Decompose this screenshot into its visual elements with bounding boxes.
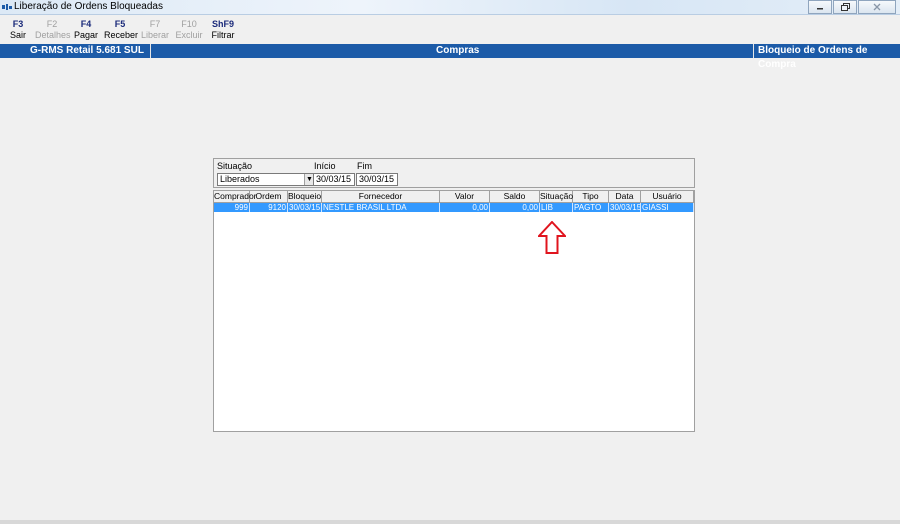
column-header-ordem[interactable]: Ordem xyxy=(250,191,288,202)
end-label: Fim xyxy=(357,161,372,171)
grid-header: Comprador Ordem Bloqueio Fornecedor Valo… xyxy=(214,191,694,203)
cell-tipo: PAGTO xyxy=(573,203,609,212)
toolbar: F3 Sair F2 Detalhes F4 Pagar F5 Receber … xyxy=(0,15,900,43)
cell-saldo: 0,00 xyxy=(490,203,540,212)
button-label: Receber xyxy=(104,30,139,40)
pay-button[interactable]: F4 Pagar xyxy=(74,19,98,41)
close-icon xyxy=(873,3,881,11)
cell-situacao: LIB xyxy=(540,203,573,212)
cell-data: 30/03/15 xyxy=(610,203,641,212)
cell-fornecedor: NESTLE BRASIL LTDA xyxy=(322,203,440,212)
header-banner: G-RMS Retail 5.681 SUL Compras Bloqueio … xyxy=(0,44,900,70)
app-version: G-RMS Retail 5.681 SUL xyxy=(30,45,144,56)
details-button[interactable]: F2 Detalhes xyxy=(35,19,71,41)
button-label: Detalhes xyxy=(35,30,71,40)
shortcut-key: F3 xyxy=(12,19,24,29)
table-row[interactable]: 999 9120 30/03/15 NESTLE BRASIL LTDA 0,0… xyxy=(214,203,694,212)
end-date-input[interactable]: 30/03/15 xyxy=(356,173,398,186)
situation-label: Situação xyxy=(217,161,253,171)
button-label: Pagar xyxy=(74,30,99,40)
minimize-button[interactable] xyxy=(808,0,832,14)
app-icon xyxy=(2,4,12,10)
exit-button[interactable]: F3 Sair xyxy=(8,19,28,41)
situation-select[interactable]: Liberados ▼ xyxy=(217,173,315,186)
banner-divider xyxy=(753,44,754,58)
shortcut-key: ShF9 xyxy=(211,19,234,29)
situation-value: Liberados xyxy=(220,174,260,184)
cell-valor: 0,00 xyxy=(440,203,490,212)
delete-button[interactable]: F10 Excluir xyxy=(175,19,203,41)
column-header-situacao[interactable]: Situação xyxy=(540,191,573,202)
start-label: Início xyxy=(314,161,336,171)
column-header-fornecedor[interactable]: Fornecedor xyxy=(322,191,440,202)
button-label: Filtrar xyxy=(211,30,235,40)
shortcut-key: F4 xyxy=(80,19,92,29)
cell-usuario: GIASSI xyxy=(641,203,694,212)
button-label: Sair xyxy=(9,30,26,40)
close-button[interactable] xyxy=(858,0,896,14)
minimize-icon xyxy=(817,8,823,10)
shortcut-key: F7 xyxy=(149,19,161,29)
banner-divider xyxy=(150,44,151,58)
release-button[interactable]: F7 Liberar xyxy=(141,19,169,41)
up-arrow-icon xyxy=(538,221,566,254)
window-title: Liberação de Ordens Bloqueadas xyxy=(14,1,163,12)
cell-comprador: 999 xyxy=(214,203,250,212)
receive-button[interactable]: F5 Receber xyxy=(104,19,139,41)
filter-button[interactable]: ShF9 Filtrar xyxy=(209,19,237,41)
shortcut-key: F2 xyxy=(46,19,58,29)
column-header-usuario[interactable]: Usuário xyxy=(641,191,694,202)
column-header-valor[interactable]: Valor xyxy=(440,191,490,202)
restore-button[interactable] xyxy=(833,0,857,14)
cell-bloqueio: 30/03/15 xyxy=(289,203,322,212)
column-header-data[interactable]: Data xyxy=(609,191,641,202)
shortcut-key: F5 xyxy=(114,19,126,29)
column-header-comprador[interactable]: Comprador xyxy=(214,191,257,202)
screen-name: Bloqueio de Ordens de Compra xyxy=(758,45,868,70)
button-label: Excluir xyxy=(175,30,203,40)
button-label: Liberar xyxy=(141,30,170,40)
orders-grid: Comprador Ordem Bloqueio Fornecedor Valo… xyxy=(213,190,695,432)
column-header-tipo[interactable]: Tipo xyxy=(573,191,609,202)
window-controls xyxy=(807,0,896,14)
module-name: Compras xyxy=(436,45,480,56)
cell-ordem: 9120 xyxy=(250,203,288,212)
shortcut-key: F10 xyxy=(181,19,197,29)
filter-panel: Situação Liberados ▼ Início 30/03/15 Fim… xyxy=(213,158,695,188)
title-bar: Liberação de Ordens Bloqueadas xyxy=(0,0,900,15)
column-header-saldo[interactable]: Saldo xyxy=(490,191,540,202)
column-header-bloqueio[interactable]: Bloqueio xyxy=(288,191,322,202)
restore-icon xyxy=(840,3,850,11)
status-bar xyxy=(0,520,900,524)
start-date-input[interactable]: 30/03/15 xyxy=(313,173,355,186)
